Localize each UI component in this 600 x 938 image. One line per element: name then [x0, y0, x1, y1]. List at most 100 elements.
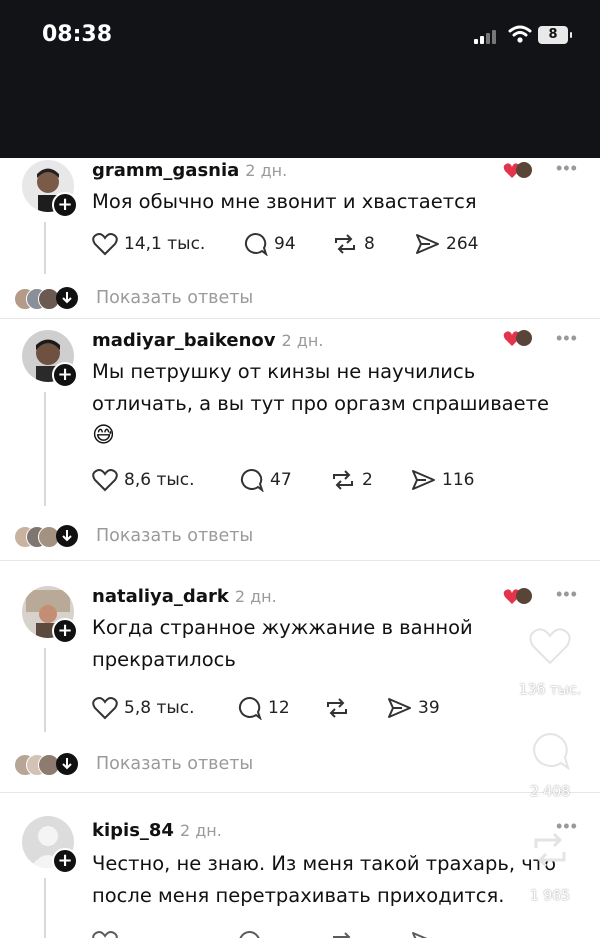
thread-line [44, 222, 46, 274]
share-icon [412, 470, 435, 490]
emoji: 😅 [92, 423, 115, 448]
repost-icon [333, 470, 353, 490]
show-replies-label: Показать ответы [96, 288, 254, 308]
comment-icon [238, 696, 262, 720]
share-icon [416, 234, 439, 254]
comment-time: 2 дн. [245, 161, 288, 180]
like-button[interactable]: 8,6 тыс. [92, 468, 195, 492]
share-button[interactable]: 39 [386, 696, 440, 720]
reply-count: 12 [268, 698, 290, 718]
chevron-down-icon [56, 287, 78, 309]
repost-button[interactable] [324, 696, 356, 720]
status-time: 08:38 [42, 22, 113, 47]
show-replies-label: Показать ответы [96, 754, 254, 774]
reply-count: 94 [274, 234, 296, 254]
share-button[interactable]: 264 [414, 232, 478, 256]
comment-actions: 5,8 тыс. 12 39 [92, 696, 512, 724]
comment-text: Мы петрушку от кинзы не научились отлича… [92, 360, 549, 448]
heart-icon [92, 233, 118, 256]
show-replies-label: Показать ответы [96, 526, 254, 546]
repost-icon [327, 698, 347, 718]
reply-avatars [14, 524, 78, 550]
chevron-down-icon [56, 753, 78, 775]
comment-icon [240, 468, 264, 492]
status-bar: 08:38 8 [0, 0, 600, 158]
like-button[interactable] [92, 930, 124, 938]
comment-text: Честно, не знаю. Из меня такой трахарь, … [92, 852, 557, 907]
repost-icon [335, 234, 355, 254]
comment-actions: 14,1 тыс. 94 8 264 [92, 232, 512, 260]
comment-username[interactable]: madiyar_baikenov 2 дн. [92, 330, 323, 351]
divider [0, 560, 600, 561]
thread-line [44, 392, 46, 506]
like-count: 14,1 тыс. [124, 234, 206, 254]
repost-button[interactable] [330, 930, 362, 938]
video-comment-button[interactable] [505, 730, 595, 775]
share-button[interactable] [410, 930, 442, 938]
comment-icon [239, 930, 260, 938]
repost-count: 8 [364, 234, 375, 254]
show-replies[interactable]: Показать ответы [14, 524, 314, 550]
more-icon[interactable]: ••• [556, 328, 578, 349]
comment-text: Когда странное жужжание в ванной прекрат… [92, 616, 473, 671]
follow-plus-icon[interactable]: + [52, 192, 78, 218]
repost-button[interactable]: 2 [330, 468, 373, 492]
share-count: 39 [418, 698, 440, 718]
follow-plus-icon[interactable]: + [52, 362, 78, 388]
thread-line [44, 648, 46, 732]
reply-count: 47 [270, 470, 292, 490]
repost-button[interactable]: 8 [332, 232, 375, 256]
follow-plus-icon[interactable]: + [52, 618, 78, 644]
heart-icon [92, 469, 118, 492]
comment-username[interactable]: kipis_84 2 дн. [92, 820, 222, 841]
video-share-count: 1 965 [529, 888, 571, 904]
comment-time: 2 дн. [179, 821, 222, 840]
wifi-icon [508, 25, 532, 43]
show-replies[interactable]: Показать ответы [14, 752, 314, 778]
comment-icon [533, 732, 570, 771]
signal-icon [474, 28, 500, 44]
heart-icon [529, 628, 571, 665]
share-count: 116 [442, 470, 475, 490]
share-icon [412, 932, 428, 938]
comment-username[interactable]: gramm_gasnia 2 дн. [92, 160, 287, 181]
video-share-button[interactable] [505, 830, 595, 875]
comments-feed[interactable]: + gramm_gasnia 2 дн. ••• Моя обычно мне з… [0, 158, 600, 938]
video-like-count: 136 тыс. [518, 682, 582, 698]
creator-liked-icon [503, 330, 532, 346]
share-button[interactable]: 116 [410, 468, 474, 492]
reply-button[interactable]: 47 [238, 468, 292, 492]
video-comment-count: 2 408 [529, 784, 571, 800]
share-icon [388, 698, 411, 718]
comment-time: 2 дн. [281, 331, 324, 350]
reply-button[interactable] [236, 930, 268, 938]
more-icon[interactable]: ••• [556, 158, 578, 179]
like-button[interactable]: 5,8 тыс. [92, 696, 195, 720]
comment-text: Моя обычно мне звонит и хвастается [92, 190, 477, 213]
creator-liked-icon [503, 588, 532, 604]
like-count: 5,8 тыс. [124, 698, 195, 718]
comment-username[interactable]: nataliya_dark 2 дн. [92, 586, 277, 607]
comment-icon [244, 232, 268, 256]
comment-actions: 8,6 тыс. 47 2 116 [92, 468, 512, 496]
follow-plus-icon[interactable]: + [52, 848, 78, 874]
comment-actions [92, 930, 512, 938]
share-count: 264 [446, 234, 479, 254]
more-icon[interactable]: ••• [556, 584, 578, 605]
like-button[interactable]: 14,1 тыс. [92, 232, 205, 256]
reply-button[interactable]: 94 [242, 232, 296, 256]
repost-icon [333, 932, 351, 938]
battery-icon: 8 [538, 26, 572, 44]
reply-avatars [14, 286, 78, 312]
comment-time: 2 дн. [234, 587, 277, 606]
show-replies[interactable]: Показать ответы [14, 286, 314, 312]
reply-avatars [14, 752, 78, 778]
divider [0, 318, 600, 319]
chevron-down-icon [56, 525, 78, 547]
video-like-button[interactable] [505, 626, 595, 671]
heart-icon [92, 931, 118, 938]
reply-button[interactable]: 12 [236, 696, 290, 720]
creator-liked-icon [503, 162, 532, 178]
thread-line [44, 878, 46, 938]
share-icon [534, 832, 566, 868]
